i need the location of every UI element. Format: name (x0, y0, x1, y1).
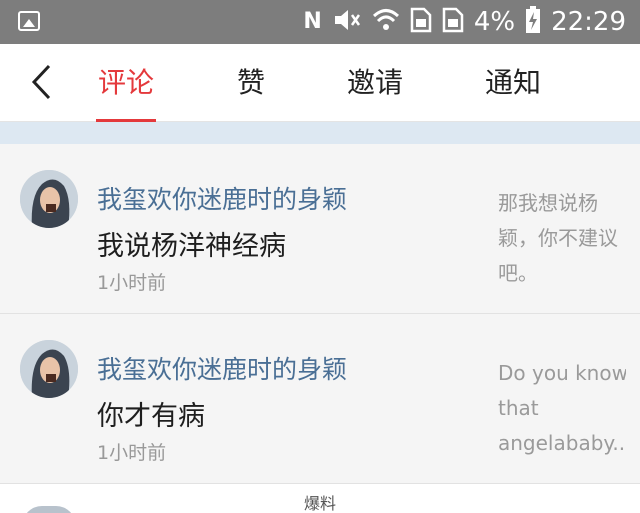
battery-charging-icon (525, 6, 541, 38)
sim1-icon (410, 7, 432, 37)
quote-line: 吧。 (498, 261, 538, 285)
status-bar: N 4% 22:29 (0, 0, 640, 44)
comment-time: 1小时前 (97, 442, 167, 464)
image-icon (18, 11, 40, 31)
battery-percent: 4% (473, 7, 516, 37)
quote-line: that (498, 396, 539, 420)
clock: 22:29 (551, 7, 626, 37)
quote-line: Do you know (498, 361, 626, 385)
tab-invites[interactable]: 邀请 (334, 44, 416, 122)
quote-line: angelababy... (498, 431, 626, 455)
status-icons: N 4% 22:29 (303, 6, 626, 38)
quoted-original[interactable]: 那我想说杨 颖，你不建议 吧。 (498, 186, 626, 291)
wifi-icon (372, 7, 400, 37)
quote-line: 颖，你不建议 (498, 226, 618, 250)
comment-time: 1小时前 (97, 272, 167, 294)
avatar[interactable] (20, 340, 78, 398)
mute-icon (332, 7, 362, 37)
watermark: 爆料 (303, 494, 336, 513)
tab-notifications[interactable]: 通知 (472, 44, 554, 122)
avatar[interactable] (20, 170, 78, 228)
comment-text: 我说杨洋神经病 (97, 231, 286, 262)
comment-item[interactable]: 我玺欢你迷鹿时的身颖 你才有病 1小时前 Do you know that an… (0, 314, 640, 484)
comment-text: 你才有病 (97, 401, 205, 432)
comment-item[interactable]: 我玺欢你迷鹿时的身颖 我说杨洋神经病 1小时前 那我想说杨 颖，你不建议 吧。 (0, 144, 640, 314)
comment-username[interactable]: 我玺欢你迷鹿时的身颖 (97, 180, 347, 216)
quoted-original[interactable]: Do you know that angelababy... (498, 356, 626, 461)
nfc-icon: N (303, 9, 322, 34)
clipped-banner (0, 122, 640, 144)
tab-likes[interactable]: 赞 (222, 44, 280, 122)
top-nav: 评论 赞 邀请 通知 (0, 44, 640, 122)
quote-line: 那我想说杨 (498, 191, 598, 215)
tab-comments[interactable]: 评论 (86, 44, 166, 122)
comment-username[interactable]: 我玺欢你迷鹿时的身颖 (97, 350, 347, 386)
sim2-icon (442, 7, 464, 37)
back-chevron-icon[interactable] (20, 60, 64, 104)
